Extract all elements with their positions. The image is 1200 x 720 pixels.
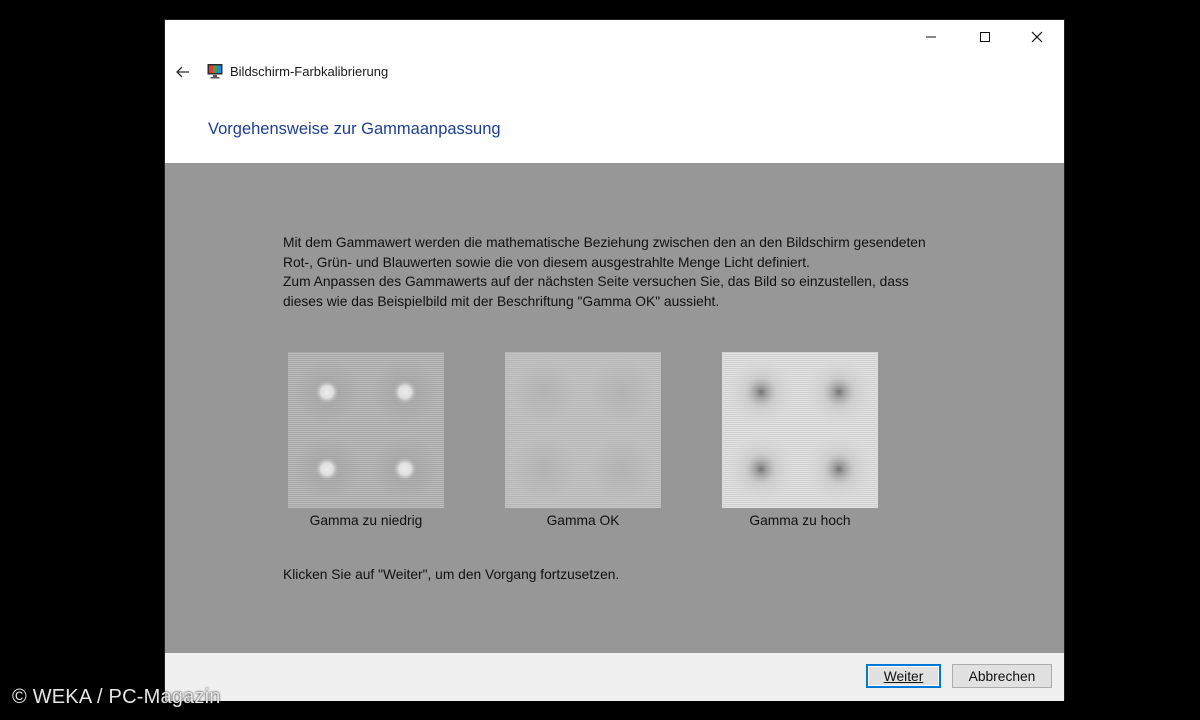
gamma-samples: Gamma zu niedrig Gamma OK Gamma zu hoch [165, 352, 1064, 532]
calibration-window: Bildschirm-Farbkalibrierung Vorgehenswei… [164, 19, 1065, 701]
sample-image-gamma-low [288, 352, 444, 508]
minimize-button[interactable] [908, 20, 954, 54]
back-arrow-icon [176, 66, 189, 78]
navigation-row: Bildschirm-Farbkalibrierung [165, 58, 1064, 86]
continue-hint: Klicken Sie auf "Weiter", um den Vorgang… [283, 567, 620, 582]
sample-label: Gamma zu niedrig [309, 513, 423, 528]
description: Mit dem Gammawert werden die mathematisc… [283, 233, 933, 312]
next-button-label: Weiter [883, 668, 924, 684]
sample-gamma-low: Gamma zu niedrig [286, 352, 446, 528]
sample-gamma-ok: Gamma OK [503, 352, 663, 528]
window-title: Bildschirm-Farbkalibrierung [230, 64, 389, 79]
footer-bar: Weiter Abbrechen [165, 653, 1064, 701]
content-area: Mit dem Gammawert werden die mathematisc… [165, 163, 1064, 653]
display-calibration-icon [207, 64, 223, 79]
next-button[interactable]: Weiter [866, 664, 941, 688]
maximize-icon [980, 32, 990, 42]
sample-label: Gamma zu hoch [749, 513, 851, 528]
maximize-button[interactable] [962, 20, 1008, 54]
back-button[interactable] [171, 60, 195, 84]
close-icon [1031, 31, 1043, 43]
description-paragraph-1: Mit dem Gammawert werden die mathematisc… [283, 235, 926, 270]
sample-image-gamma-ok [505, 352, 661, 508]
title-bar [165, 20, 1064, 54]
close-button[interactable] [1014, 20, 1060, 54]
description-paragraph-2: Zum Anpassen des Gammawerts auf der näch… [283, 274, 909, 310]
sample-gamma-high: Gamma zu hoch [720, 352, 880, 528]
watermark: © WEKA / PC-Magazin [12, 686, 221, 708]
cancel-button[interactable]: Abbrechen [952, 664, 1052, 688]
sample-image-gamma-high [722, 352, 878, 508]
sample-label: Gamma OK [546, 513, 620, 528]
minimize-icon [926, 36, 936, 38]
page-heading: Vorgehensweise zur Gammaanpassung [208, 120, 501, 138]
